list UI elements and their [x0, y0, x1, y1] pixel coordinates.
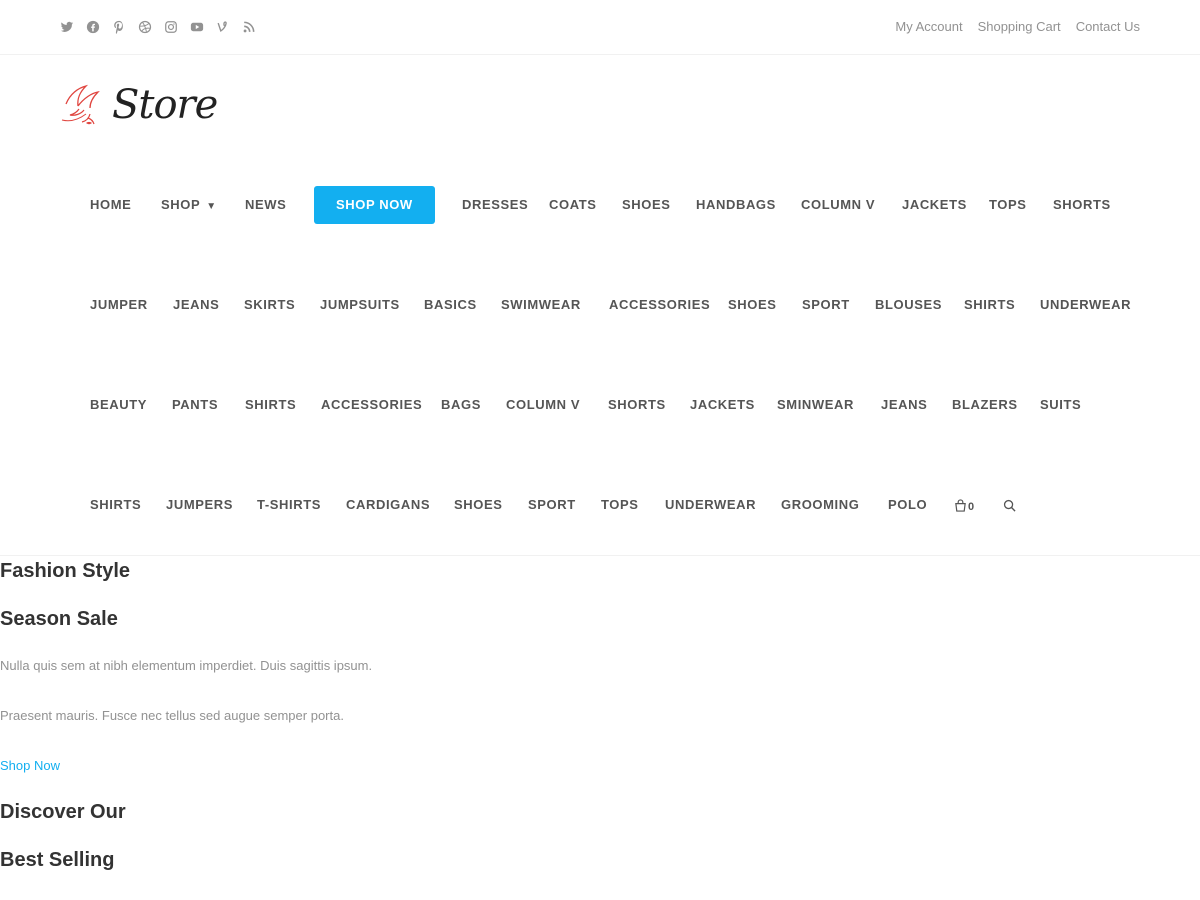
- nav-item-beauty[interactable]: BEAUTY: [90, 355, 147, 455]
- heading-season-sale: Season Sale: [0, 608, 118, 630]
- nav-item-sport[interactable]: SPORT: [802, 255, 850, 355]
- nav-item-cardigans[interactable]: CARDIGANS: [346, 455, 430, 555]
- nav-item-shop-label: SHOP: [161, 197, 201, 212]
- heading-best-selling: Best Selling: [0, 849, 115, 871]
- nav-item-jeans[interactable]: JEANS: [881, 355, 927, 455]
- twitter-icon[interactable]: [58, 18, 76, 36]
- nav-item-sminwear[interactable]: SMINWEAR: [777, 355, 854, 455]
- nav-row-3: BEAUTY PANTS SHIRTS ACCESSORIES BAGS COL…: [0, 355, 1200, 455]
- nav-item-polo[interactable]: POLO: [888, 455, 927, 555]
- logo-mark-icon: [61, 84, 100, 125]
- nav-item-shoes[interactable]: SHOES: [622, 155, 671, 255]
- nav-item-news[interactable]: NEWS: [245, 155, 286, 255]
- search-button[interactable]: [1003, 455, 1016, 555]
- nav-item-t-shirts[interactable]: T-SHIRTS: [257, 455, 321, 555]
- nav-item-sport[interactable]: SPORT: [528, 455, 576, 555]
- nav-item-shirts[interactable]: SHIRTS: [90, 455, 141, 555]
- nav-item-shirts[interactable]: SHIRTS: [964, 255, 1015, 355]
- nav-item-shirts[interactable]: SHIRTS: [245, 355, 296, 455]
- shop-now-link[interactable]: Shop Now: [0, 758, 60, 773]
- nav-item-jumper[interactable]: JUMPER: [90, 255, 148, 355]
- nav-item-jackets[interactable]: JACKETS: [690, 355, 755, 455]
- nav-item-jumpsuits[interactable]: JUMPSUITS: [320, 255, 400, 355]
- nav-item-swimwear[interactable]: SWIMWEAR: [501, 255, 581, 355]
- chevron-down-icon: ▼: [206, 201, 217, 212]
- nav-item-column-v[interactable]: COLUMN V: [801, 155, 875, 255]
- nav-item-suits[interactable]: SUITS: [1040, 355, 1081, 455]
- nav-item-dresses[interactable]: DRESSES: [462, 155, 528, 255]
- shopping-bag-icon: [955, 498, 966, 512]
- facebook-icon[interactable]: [84, 18, 102, 36]
- dribbble-icon[interactable]: [136, 18, 154, 36]
- nav-item-grooming[interactable]: GROOMING: [781, 455, 859, 555]
- nav-item-bags[interactable]: BAGS: [441, 355, 481, 455]
- paragraph-1: Nulla quis sem at nibh elementum imperdi…: [0, 658, 373, 673]
- nav-item-home[interactable]: HOME: [90, 155, 131, 255]
- nav-item-pants[interactable]: PANTS: [172, 355, 218, 455]
- nav-item-basics[interactable]: BASICS: [424, 255, 477, 355]
- nav-item-jeans[interactable]: JEANS: [173, 255, 219, 355]
- search-icon: [1003, 499, 1016, 512]
- top-links: My Account Shopping Cart Contact Us: [895, 19, 1140, 34]
- youtube-icon[interactable]: [188, 18, 206, 36]
- social-icons: [58, 18, 258, 36]
- top-bar: My Account Shopping Cart Contact Us: [0, 0, 1200, 55]
- main-navigation: HOME SHOP ▼ NEWS SHOP NOW DRESSES COATS S…: [0, 155, 1200, 556]
- contact-us-link[interactable]: Contact Us: [1076, 19, 1140, 34]
- shop-now-nav-button[interactable]: SHOP NOW: [314, 186, 435, 224]
- nav-item-tops[interactable]: TOPS: [989, 155, 1027, 255]
- nav-item-tops[interactable]: TOPS: [601, 455, 639, 555]
- rss-icon[interactable]: [240, 18, 258, 36]
- nav-item-shorts[interactable]: SHORTS: [608, 355, 666, 455]
- paragraph-2: Praesent mauris. Fusce nec tellus sed au…: [0, 708, 344, 723]
- nav-item-column-v[interactable]: COLUMN V: [506, 355, 580, 455]
- nav-item-shoes[interactable]: SHOES: [728, 255, 777, 355]
- pinterest-icon[interactable]: [110, 18, 128, 36]
- instagram-icon[interactable]: [162, 18, 180, 36]
- nav-row-2: JUMPER JEANS SKIRTS JUMPSUITS BASICS SWI…: [0, 255, 1200, 355]
- heading-fashion-style: Fashion Style: [0, 560, 131, 582]
- heading-discover-our: Discover Our: [0, 801, 126, 823]
- nav-item-coats[interactable]: COATS: [549, 155, 597, 255]
- nav-item-blazers[interactable]: BLAZERS: [952, 355, 1018, 455]
- nav-item-jackets[interactable]: JACKETS: [902, 155, 967, 255]
- nav-item-underwear[interactable]: UNDERWEAR: [665, 455, 756, 555]
- logo-text: Store: [112, 82, 218, 128]
- nav-item-shoes[interactable]: SHOES: [454, 455, 503, 555]
- site-logo[interactable]: Store: [60, 80, 218, 135]
- nav-item-accessories[interactable]: ACCESSORIES: [609, 255, 710, 355]
- nav-item-jumpers[interactable]: JUMPERS: [166, 455, 233, 555]
- cart-button[interactable]: 0: [954, 455, 974, 555]
- vine-icon[interactable]: [214, 18, 232, 36]
- nav-row-1: HOME SHOP ▼ NEWS SHOP NOW DRESSES COATS S…: [0, 155, 1200, 255]
- nav-item-blouses[interactable]: BLOUSES: [875, 255, 942, 355]
- nav-item-skirts[interactable]: SKIRTS: [244, 255, 295, 355]
- nav-item-shorts[interactable]: SHORTS: [1053, 155, 1111, 255]
- nav-item-underwear[interactable]: UNDERWEAR: [1040, 255, 1131, 355]
- nav-item-handbags[interactable]: HANDBAGS: [696, 155, 776, 255]
- nav-row-4: SHIRTS JUMPERS T-SHIRTS CARDIGANS SHOES …: [0, 455, 1200, 555]
- nav-item-shop[interactable]: SHOP ▼: [161, 155, 217, 255]
- cart-count: 0: [968, 500, 975, 513]
- nav-item-accessories[interactable]: ACCESSORIES: [321, 355, 422, 455]
- shopping-cart-link[interactable]: Shopping Cart: [978, 19, 1061, 34]
- my-account-link[interactable]: My Account: [895, 19, 962, 34]
